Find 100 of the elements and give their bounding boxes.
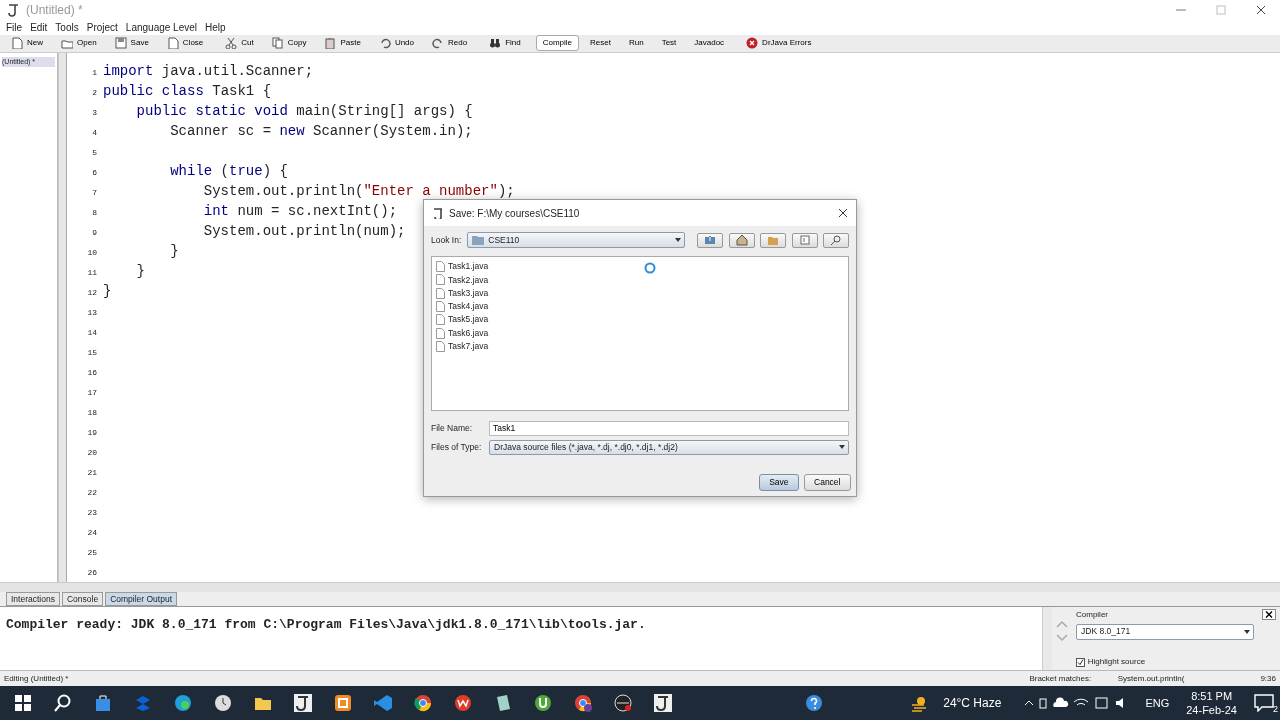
list-entry[interactable]: Task2.java bbox=[448, 273, 489, 287]
list-entry[interactable]: Task5.java bbox=[448, 313, 489, 327]
toolbar-button[interactable]: Redo bbox=[425, 35, 475, 52]
recorder-icon[interactable] bbox=[613, 693, 633, 713]
line-number: 14 bbox=[86, 326, 97, 339]
list-entry[interactable]: Task7.java bbox=[448, 340, 489, 353]
notification-icon[interactable] bbox=[1254, 694, 1274, 713]
compiler-output: Compiler ready: JDK 8.0_171 from C:\Program Files\Java\jdk1.8.0_171\lib\tools.jar. bbox=[0, 607, 1042, 670]
menu-item[interactable]: Project bbox=[86, 19, 118, 35]
window-title: (Untitled) * bbox=[26, 2, 83, 19]
code-line: public class Task1 { bbox=[103, 82, 272, 99]
line-number: 4 bbox=[91, 126, 97, 139]
globe-icon[interactable] bbox=[173, 693, 193, 713]
line-number: 8 bbox=[91, 206, 97, 219]
toolbar-button[interactable]: Close bbox=[159, 35, 211, 52]
menu-item[interactable]: Edit bbox=[30, 19, 48, 35]
caret-icon bbox=[674, 236, 683, 244]
toolbar-button[interactable]: Run bbox=[621, 35, 651, 52]
list-view-button[interactable] bbox=[791, 232, 818, 248]
app-logo-icon[interactable] bbox=[653, 693, 673, 713]
up-folder-button[interactable] bbox=[697, 232, 723, 248]
dialog-button[interactable]: Cancel bbox=[804, 473, 851, 491]
toolbar-button[interactable]: Save bbox=[107, 35, 156, 52]
compiler-label: Compiler bbox=[1076, 609, 1109, 622]
close-icon[interactable] bbox=[1256, 5, 1266, 15]
code-editor-icon[interactable] bbox=[373, 693, 393, 713]
file-name-field[interactable]: Task1 bbox=[489, 420, 849, 436]
file-icon bbox=[436, 340, 445, 352]
panel-tab[interactable]: Compiler Output bbox=[105, 592, 178, 607]
menu-item[interactable]: File bbox=[6, 19, 23, 35]
new-folder-button[interactable] bbox=[760, 232, 786, 248]
cursor-position: 9:36 bbox=[1260, 672, 1276, 685]
server-icon[interactable] bbox=[333, 693, 353, 713]
page-icon bbox=[166, 37, 179, 50]
toolbar-button[interactable]: DrJava Errors bbox=[739, 35, 819, 52]
file-icon bbox=[436, 287, 445, 299]
toolbar-button[interactable]: Reset bbox=[583, 35, 618, 52]
compiler-dropdown[interactable]: JDK 8.0_171 bbox=[1076, 623, 1254, 640]
toolbar-button[interactable]: Javadoc bbox=[687, 35, 732, 52]
toolbar-button[interactable]: Find bbox=[482, 35, 528, 52]
clock-icon[interactable] bbox=[213, 693, 233, 713]
weather-text: 24°C Haze bbox=[943, 695, 1002, 712]
close-icon[interactable] bbox=[1262, 609, 1276, 621]
home-icon bbox=[734, 234, 749, 246]
list-entry[interactable]: Task6.java bbox=[448, 326, 489, 340]
menu-item[interactable]: Language Level bbox=[125, 19, 198, 35]
clipboard-icon bbox=[324, 37, 337, 50]
line-number: 20 bbox=[86, 446, 97, 459]
toolbar-button[interactable]: Paste bbox=[317, 35, 368, 52]
dialog-button[interactable]: Save bbox=[759, 473, 799, 491]
app-logo-icon[interactable] bbox=[293, 693, 313, 713]
home-button[interactable] bbox=[728, 232, 755, 248]
redo-icon bbox=[432, 37, 444, 50]
document-app-icon[interactable] bbox=[453, 693, 473, 713]
code-line: } bbox=[135, 262, 145, 279]
code-line: System.out.println(num); bbox=[202, 222, 406, 239]
toolbar-button[interactable]: Cut bbox=[218, 35, 261, 52]
line-number: 3 bbox=[91, 106, 97, 119]
store-icon[interactable] bbox=[93, 693, 113, 713]
file-type-dropdown[interactable]: DrJava source files (*.java, *.dj, *.dj0, *.dj1, *.dj2) bbox=[489, 439, 849, 455]
new-folder-icon bbox=[766, 234, 780, 246]
details-view-icon bbox=[829, 234, 843, 246]
menu-item[interactable]: Tools bbox=[55, 19, 79, 35]
time-text: 8:51 PM bbox=[1191, 689, 1233, 703]
checkbox[interactable] bbox=[1076, 657, 1085, 667]
list-entry[interactable]: Task4.java bbox=[448, 300, 489, 313]
binoculars-icon bbox=[489, 37, 502, 50]
close-icon[interactable] bbox=[838, 208, 848, 218]
line-number: 2 bbox=[91, 86, 97, 99]
panel-tab[interactable]: Interactions bbox=[6, 592, 60, 607]
file-icon bbox=[436, 261, 445, 273]
field-label: File Name: bbox=[431, 421, 474, 435]
notification-count: 2 bbox=[1273, 702, 1278, 716]
torrent-icon[interactable] bbox=[533, 693, 553, 713]
file-icon bbox=[436, 301, 445, 313]
windows-icon[interactable] bbox=[13, 693, 33, 713]
look-in-dropdown[interactable]: CSE110 bbox=[467, 232, 686, 248]
help-icon[interactable] bbox=[804, 693, 825, 713]
toolbar-button[interactable]: Compile bbox=[535, 35, 580, 52]
line-number: 13 bbox=[86, 306, 97, 319]
app-logo-icon bbox=[6, 3, 20, 17]
details-view-button[interactable] bbox=[823, 232, 849, 248]
browser-icon[interactable] bbox=[573, 693, 593, 713]
page-icon bbox=[11, 37, 23, 50]
language-indicator[interactable]: ENG bbox=[1145, 694, 1170, 712]
scissors-icon bbox=[225, 37, 238, 50]
toolbar-button[interactable]: Test bbox=[654, 35, 684, 52]
browser-icon[interactable] bbox=[413, 693, 433, 713]
toolbar-button[interactable]: Open bbox=[54, 35, 104, 52]
search-icon[interactable] bbox=[53, 693, 73, 713]
line-number: 17 bbox=[86, 386, 97, 399]
code-line: System.out.println("Enter a number"); bbox=[202, 182, 515, 199]
field-label: Files of Type: bbox=[431, 440, 483, 454]
menu-item[interactable]: Help bbox=[205, 19, 226, 35]
list-entry[interactable]: Task3.java bbox=[448, 286, 489, 300]
toolbar-button[interactable]: New bbox=[4, 35, 50, 52]
panel-tab[interactable]: Console bbox=[61, 592, 104, 607]
list-entry[interactable]: Task1.java bbox=[448, 260, 489, 273]
toolbar-button[interactable]: Undo bbox=[371, 35, 421, 52]
toolbar-button[interactable]: Copy bbox=[264, 35, 314, 52]
